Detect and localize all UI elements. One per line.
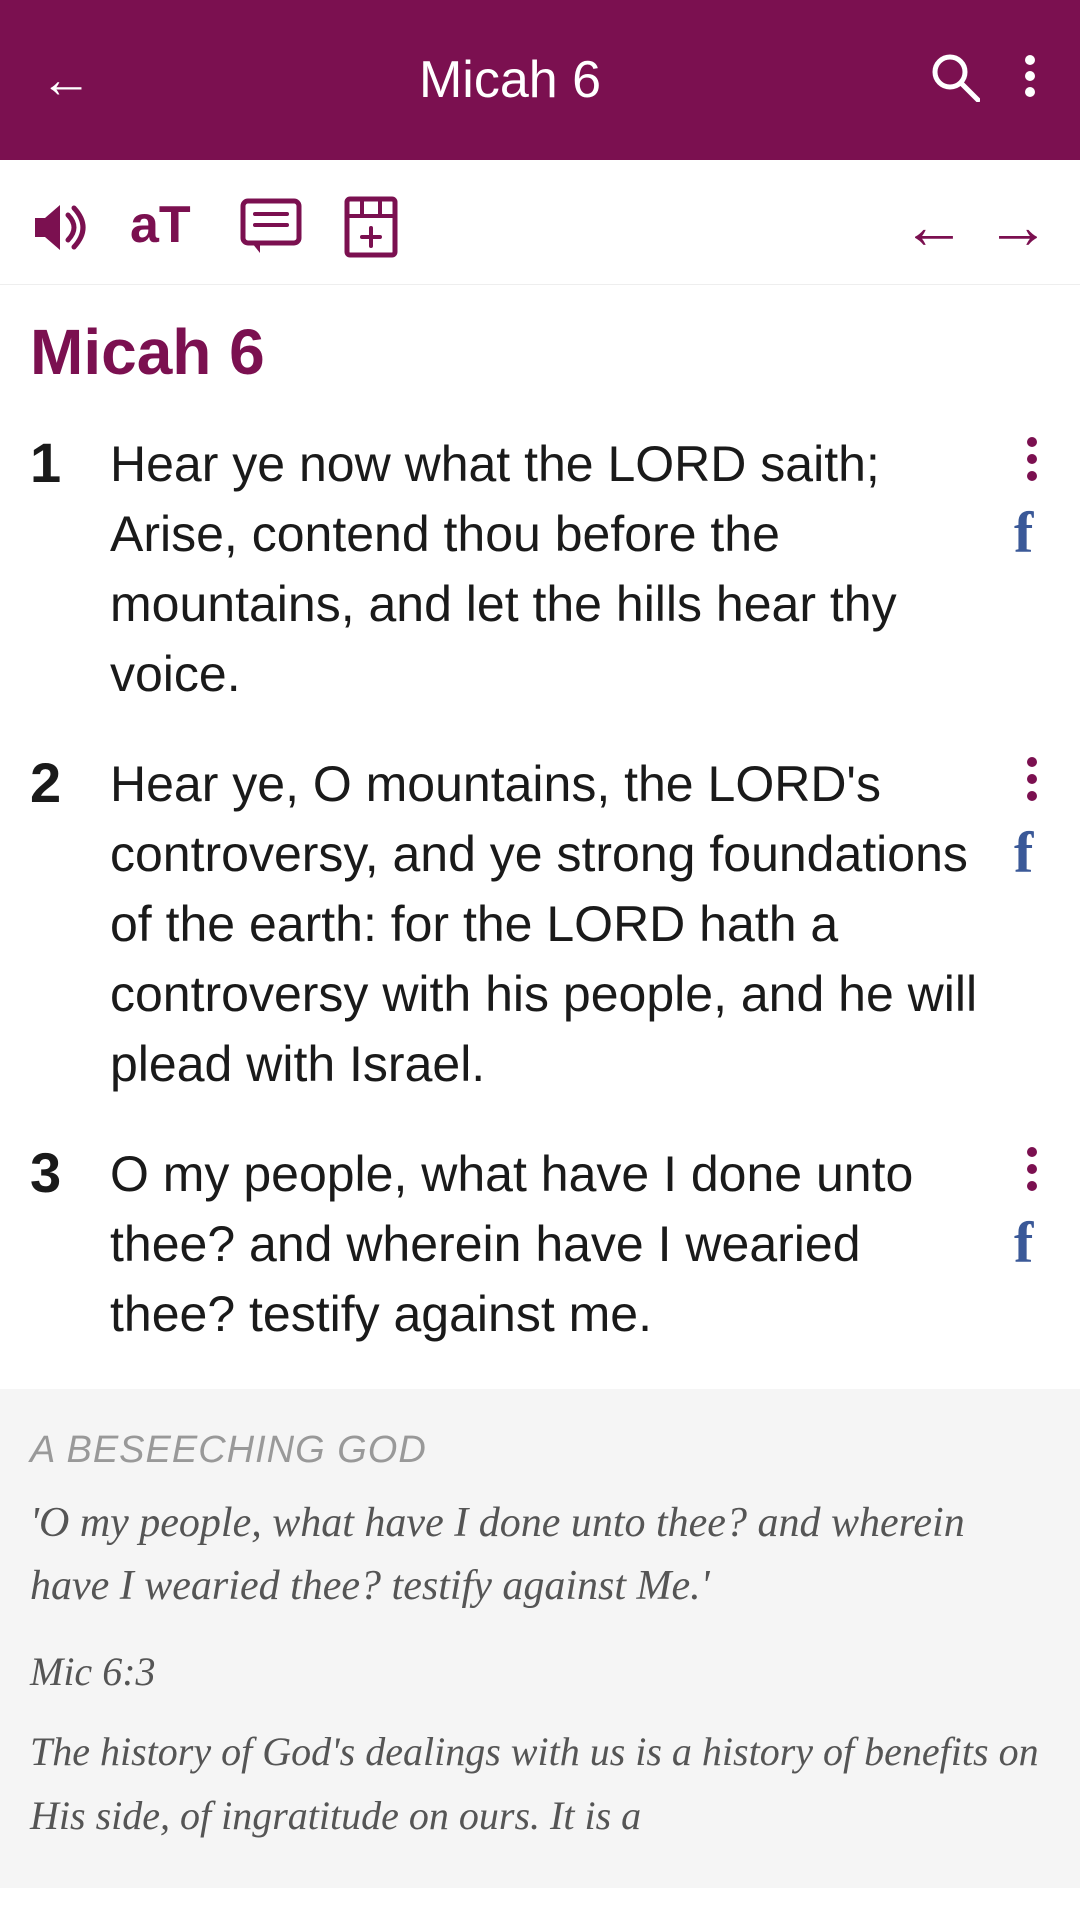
verse-number-2: 2 xyxy=(30,749,90,816)
verse-2-facebook-button[interactable]: f xyxy=(1014,822,1050,892)
more-options-icon xyxy=(1020,50,1040,102)
verse-1-facebook-button[interactable]: f xyxy=(1014,502,1050,572)
content-area: Micah 6 1 Hear ye now what the LORD sait… xyxy=(0,285,1080,1349)
prev-chapter-button[interactable]: ← xyxy=(902,190,966,264)
verse-text-2: Hear ye, O mountains, the LORD's controv… xyxy=(110,749,999,1099)
verse-3-more-button[interactable] xyxy=(1022,1144,1042,1202)
app-bar: ← Micah 6 xyxy=(0,0,1080,160)
verse-1-more-button[interactable] xyxy=(1022,434,1042,492)
verse-number-1: 1 xyxy=(30,429,90,496)
commentary-quote: 'O my people, what have I done unto thee… xyxy=(30,1492,1050,1618)
svg-text:f: f xyxy=(1014,502,1034,558)
verse-row: 3 O my people, what have I done unto the… xyxy=(30,1139,1050,1349)
text-size-button[interactable]: aT xyxy=(130,197,200,257)
app-bar-left: ← xyxy=(40,54,92,106)
verse-row: 2 Hear ye, O mountains, the LORD's contr… xyxy=(30,749,1050,1099)
verse-text-1: Hear ye now what the LORD saith; Arise, … xyxy=(110,429,999,709)
svg-text:f: f xyxy=(1014,822,1034,878)
app-bar-right xyxy=(928,50,1040,111)
more-options-button[interactable] xyxy=(1020,50,1040,111)
svg-text:aT: aT xyxy=(130,197,191,254)
search-button[interactable] xyxy=(928,50,980,111)
verse-3-facebook-button[interactable]: f xyxy=(1014,1212,1050,1282)
next-chapter-button[interactable]: → xyxy=(986,190,1050,264)
svg-text:f: f xyxy=(1014,1212,1034,1268)
commentary-text: The history of God's dealings with us is… xyxy=(30,1720,1050,1848)
commentary-section: A BESEECHING GOD 'O my people, what have… xyxy=(0,1389,1080,1888)
back-button[interactable]: ← xyxy=(40,54,92,106)
verse-text-3: O my people, what have I done unto thee?… xyxy=(110,1139,999,1349)
toolbar: aT ← → xyxy=(0,160,1080,285)
add-note-button[interactable] xyxy=(342,196,400,258)
comment-button[interactable] xyxy=(240,198,302,256)
chapter-title: Micah 6 xyxy=(30,315,1050,389)
toolbar-right: ← → xyxy=(902,190,1050,264)
toolbar-left: aT xyxy=(30,196,400,258)
verse-3-actions: f xyxy=(1014,1139,1050,1282)
volume-button[interactable] xyxy=(30,200,90,255)
verse-1-actions: f xyxy=(1014,429,1050,572)
verse-row: 1 Hear ye now what the LORD saith; Arise… xyxy=(30,429,1050,709)
verse-2-actions: f xyxy=(1014,749,1050,892)
commentary-reference: Mic 6:3 xyxy=(30,1648,1050,1695)
app-bar-title: Micah 6 xyxy=(419,50,601,110)
search-icon xyxy=(928,50,980,102)
commentary-heading: A BESEECHING GOD xyxy=(30,1429,1050,1472)
verse-2-more-button[interactable] xyxy=(1022,754,1042,812)
verse-number-3: 3 xyxy=(30,1139,90,1206)
